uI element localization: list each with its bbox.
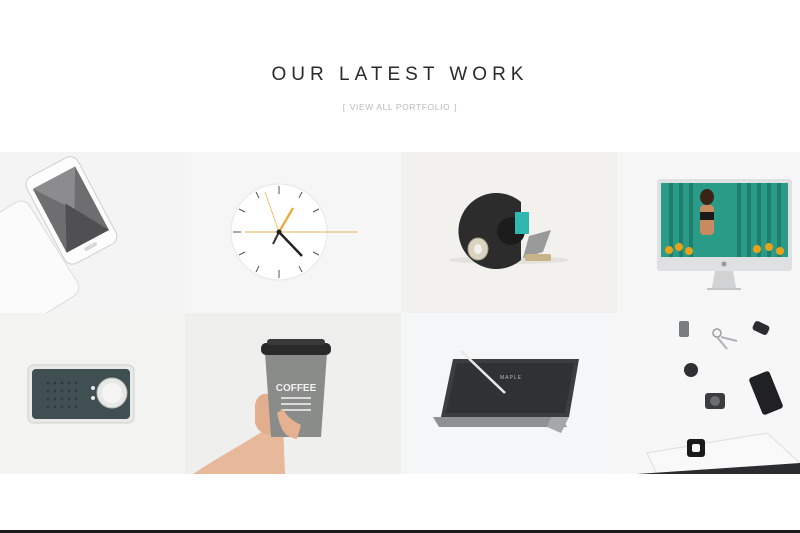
imac-mockup-image	[657, 179, 792, 290]
tablet-keyboard-image: MAPLE	[433, 350, 579, 433]
desk-flatlay-image	[637, 321, 800, 474]
bracket-close: ]	[454, 102, 458, 112]
portfolio-item-radio-speaker[interactable]	[0, 313, 185, 474]
portfolio-item-desk-flatlay[interactable]	[617, 313, 800, 474]
wall-clock-image	[230, 183, 357, 281]
view-all-portfolio-link[interactable]: [VIEW ALL PORTFOLIO]	[0, 102, 800, 112]
portfolio-grid: COFFEE MAPLE	[0, 152, 800, 474]
radio-speaker-image	[27, 364, 135, 424]
tape-dispenser-image	[449, 193, 569, 269]
bracket-open: [	[342, 102, 346, 112]
coffee-cup-image: COFFEE	[193, 339, 331, 474]
section-header: OUR LATEST WORK [VIEW ALL PORTFOLIO]	[0, 0, 800, 152]
view-all-label: VIEW ALL PORTFOLIO	[349, 102, 451, 112]
portfolio-item-imac-mockup[interactable]	[617, 152, 800, 313]
portfolio-item-phone-mockup[interactable]	[0, 152, 185, 313]
section-title: OUR LATEST WORK	[271, 64, 529, 85]
portfolio-item-tablet-keyboard[interactable]: MAPLE	[401, 313, 617, 474]
portfolio-item-tape-dispenser[interactable]	[401, 152, 617, 313]
portfolio-item-coffee-cup[interactable]: COFFEE	[185, 313, 401, 474]
cup-text: COFFEE	[276, 383, 317, 394]
portfolio-item-wall-clock[interactable]	[185, 152, 401, 313]
phone-mockup-image	[0, 156, 118, 313]
tablet-brand-text: MAPLE	[500, 375, 522, 381]
